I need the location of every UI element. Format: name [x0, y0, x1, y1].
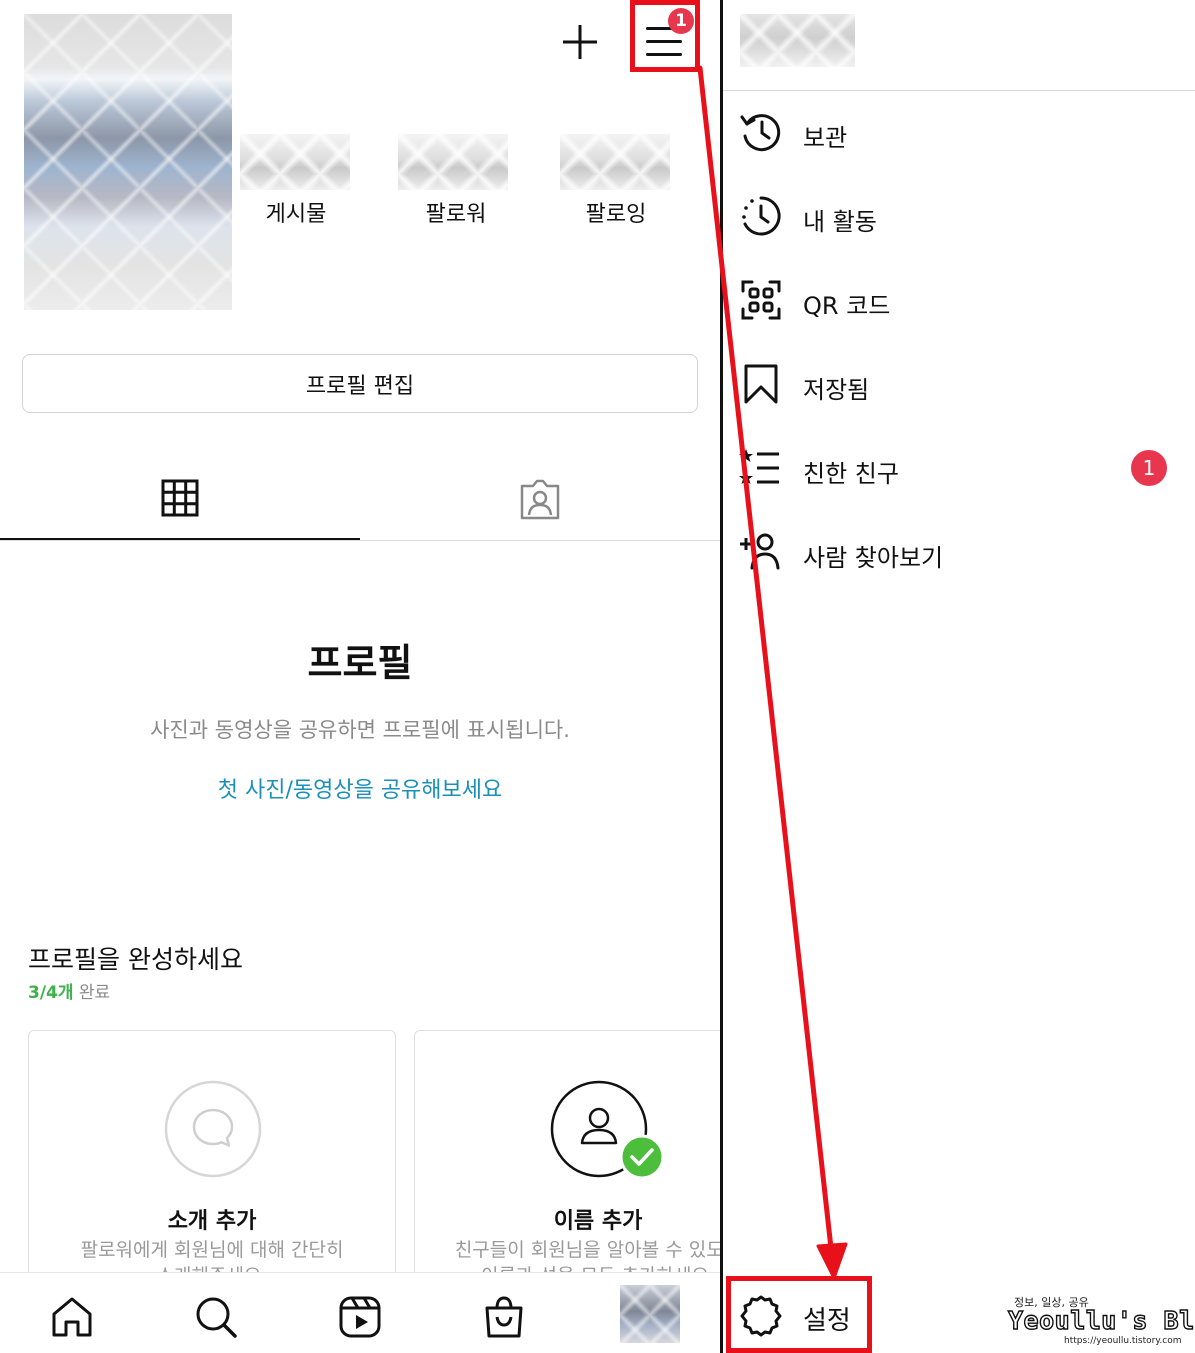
tab-tagged[interactable]	[518, 478, 562, 522]
tab-divider	[0, 540, 720, 541]
menu-item-close-friends[interactable]: 친한 친구 1	[723, 428, 1195, 512]
shop-icon[interactable]	[482, 1295, 526, 1339]
blog-watermark: 정보, 일상, 공유 Yeoullu's Blog https://yeoull…	[1007, 1294, 1195, 1350]
complete-profile-title: 프로필을 완성하세요	[28, 945, 243, 974]
menu-item-activity[interactable]: 내 활동	[723, 176, 1195, 260]
create-button[interactable]	[556, 18, 604, 66]
archive-icon	[740, 114, 781, 152]
menu-label: 보관	[803, 124, 848, 152]
user-check-icon	[550, 1080, 665, 1180]
search-icon[interactable]	[194, 1295, 238, 1339]
followers-label[interactable]: 팔로워	[386, 196, 526, 228]
close-friends-badge: 1	[1131, 450, 1167, 486]
edit-profile-button[interactable]: 프로필 편집	[22, 354, 698, 413]
reels-icon[interactable]	[338, 1295, 382, 1339]
profile-photo[interactable]	[24, 14, 232, 310]
following-count-blurred	[560, 134, 670, 190]
activity-icon	[742, 196, 781, 236]
posts-count-blurred	[240, 134, 350, 190]
home-icon[interactable]	[50, 1295, 94, 1339]
menu-item-saved[interactable]: 저장됨	[723, 344, 1195, 428]
progress-suffix: 완료	[78, 983, 111, 1003]
qr-code-icon	[741, 280, 781, 320]
watermark-url: https://yeoullu.tistory.com	[1064, 1336, 1182, 1346]
plus-icon	[563, 25, 597, 59]
active-tab-indicator	[0, 538, 360, 540]
bookmark-icon	[744, 364, 778, 404]
empty-state-title: 프로필	[307, 641, 413, 685]
close-friends-icon	[739, 449, 779, 484]
tagged-person-icon	[520, 479, 560, 520]
card-title: 소개 추가	[167, 1209, 257, 1234]
posts-label[interactable]: 게시물	[226, 196, 366, 228]
following-label[interactable]: 팔로잉	[546, 196, 686, 228]
empty-state-subtitle: 사진과 동영상을 공유하면 프로필에 표시됩니다.	[150, 718, 570, 742]
menu-item-qr-code[interactable]: QR 코드	[723, 260, 1195, 344]
profile-screen: 게시물 팔로워 팔로잉 1 프로필 편집 프로필 사진과 동영상을 공유하면 프…	[0, 0, 720, 1353]
followers-count-blurred	[398, 134, 508, 190]
grid-icon	[161, 479, 199, 517]
annotation-box-settings	[726, 1276, 872, 1353]
profile-avatar[interactable]	[620, 1285, 680, 1343]
add-person-icon	[740, 533, 780, 570]
menu-label: 사람 찾아보기	[803, 544, 944, 572]
bottom-nav	[0, 1272, 720, 1353]
complete-profile-progress: 3/4개 완료	[28, 978, 110, 1003]
menu-label: 저장됨	[803, 376, 870, 404]
menu-label: 내 활동	[803, 208, 877, 236]
menu-item-discover-people[interactable]: 사람 찾아보기	[723, 512, 1195, 596]
menu-separator	[723, 90, 1195, 91]
speech-bubble-icon	[164, 1080, 262, 1178]
menu-label: QR 코드	[803, 292, 891, 320]
tab-grid[interactable]	[160, 478, 200, 518]
menu-item-archive[interactable]: 보관	[723, 92, 1195, 176]
watermark-title: Yeoullu's Blog	[1007, 1305, 1195, 1335]
share-first-post-link[interactable]: 첫 사진/동영상을 공유해보세요	[0, 772, 720, 804]
card-title: 이름 추가	[553, 1209, 643, 1234]
username-blurred	[740, 14, 855, 67]
menu-label: 친한 친구	[803, 460, 899, 488]
progress-count: 3/4개	[28, 983, 74, 1003]
menu-drawer: 보관 내 활동 QR 코드 저장됨 친한 친구 1 사람 찾아보기 설정	[723, 0, 1195, 1353]
annotation-box-menu	[630, 0, 700, 72]
